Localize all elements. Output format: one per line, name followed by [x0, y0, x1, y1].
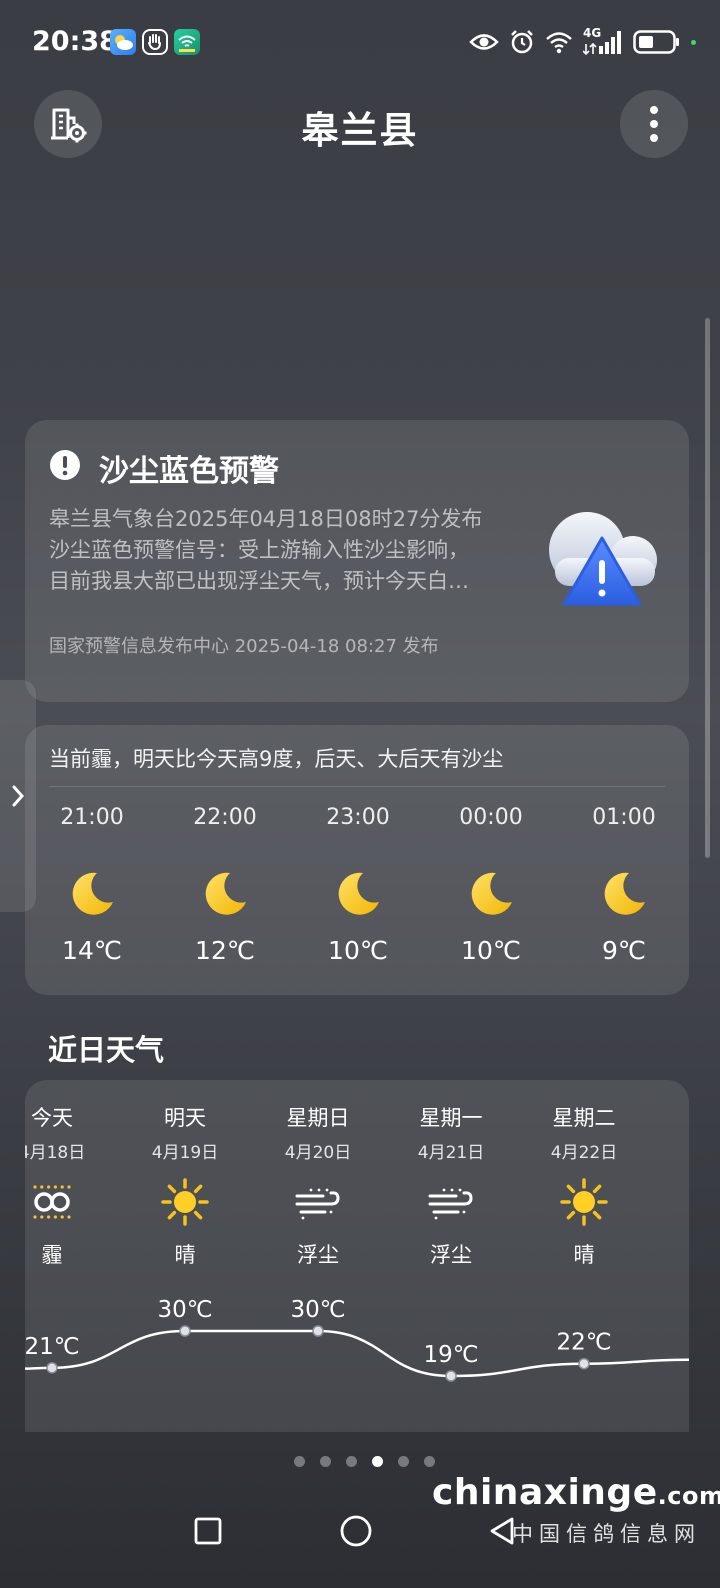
hourly-item: 01:00 9℃: [574, 805, 674, 965]
watermark-main: chinaxinge: [432, 1472, 658, 1513]
hour-temp: 12℃: [195, 936, 255, 965]
hour-time: 21:00: [60, 805, 124, 830]
city-title: 皋兰县: [301, 109, 419, 152]
warning-source: 国家预警信息发布中心 2025-04-18 08:27 发布: [49, 636, 439, 657]
status-time: 20:38: [32, 26, 118, 57]
moon-icon: [200, 868, 250, 918]
temperature-label: 21℃: [25, 1334, 80, 1360]
daily-forecast-card[interactable]: 今天 4月18日 霾明天 4月19日 晴星期日 4月20日 浮尘 星期一 4月21…: [25, 1080, 689, 1432]
page-dot[interactable]: [345, 1456, 357, 1467]
status-icons: 4G: [469, 26, 696, 58]
battery-icon: [633, 30, 679, 54]
temperature-point: [312, 1325, 324, 1337]
temperature-label: 22℃: [556, 1330, 611, 1356]
more-vertical-icon: [650, 106, 658, 142]
temperature-point: [179, 1325, 191, 1337]
watermark-suffix: .com: [657, 1482, 720, 1510]
temperature-point: [578, 1357, 590, 1370]
alarm-icon: [511, 30, 533, 54]
wifi-icon: [546, 32, 572, 54]
page-dot[interactable]: [293, 1456, 305, 1467]
hour-time: 22:00: [193, 805, 257, 830]
divider: [49, 786, 665, 787]
hour-temp: 9℃: [602, 936, 646, 965]
hourly-item: 23:00 10℃: [308, 805, 408, 965]
temperature-label: 30℃: [290, 1297, 345, 1323]
hand-icon: [142, 29, 168, 55]
temperature-point: [46, 1362, 58, 1374]
watermark-sub: 中国信鸽信息网: [512, 1522, 701, 1546]
forecast-summary: 当前霾，明天比今天高9度，后天、大后天有沙尘: [49, 747, 504, 771]
moon-icon: [599, 868, 649, 918]
page-dot[interactable]: [371, 1456, 383, 1467]
page-dot[interactable]: [423, 1456, 435, 1467]
hour-temp: 10℃: [328, 936, 388, 965]
privacy-dot: [691, 39, 696, 45]
hourly-item: 22:00 12℃: [175, 805, 275, 965]
eye-icon: [469, 34, 499, 50]
warning-line: 沙尘蓝色预警信号：受上游输入性沙尘影响，: [49, 538, 469, 562]
recent-apps-button[interactable]: [194, 1517, 222, 1545]
scrollbar[interactable]: [705, 318, 710, 858]
moon-icon: [333, 868, 383, 918]
warning-card[interactable]: 沙尘蓝色预警 皋兰县气象台2025年04月18日08时27分发布 沙尘蓝色预警信…: [25, 420, 689, 702]
temperature-point: [445, 1370, 457, 1382]
hour-time: 23:00: [326, 805, 390, 830]
hourly-item: 00:00 10℃: [441, 805, 541, 965]
section-title: 近日天气: [48, 1033, 165, 1067]
home-button[interactable]: [340, 1515, 372, 1547]
cloud-warning-icon: [549, 512, 657, 606]
page-dot[interactable]: [319, 1456, 331, 1467]
page-indicator[interactable]: [0, 1456, 720, 1467]
temperature-label: 19℃: [423, 1342, 478, 1368]
chevron-right-icon: [12, 785, 25, 807]
page-dot[interactable]: [397, 1456, 409, 1467]
hour-time: 00:00: [459, 805, 523, 830]
hourly-item: 21:00 14℃: [42, 805, 142, 965]
weather-app-icon: [110, 29, 136, 55]
warning-exclamation-icon: [50, 450, 80, 480]
hour-time: 01:00: [592, 805, 656, 830]
status-bar: 20:38 4G: [0, 0, 720, 86]
wifi-app-icon: [174, 29, 200, 55]
temperature-label: 30℃: [157, 1297, 212, 1323]
hour-temp: 10℃: [461, 936, 521, 965]
warning-line: 皋兰县气象台2025年04月18日08时27分发布: [49, 507, 483, 531]
hourly-forecast-card[interactable]: 当前霾，明天比今天高9度，后天、大后天有沙尘 21:00 14℃ 22:00 12…: [25, 725, 689, 995]
temperature-curve: 21℃ 30℃ 30℃ 19℃ 22℃: [25, 1297, 689, 1382]
warning-title: 沙尘蓝色预警: [99, 454, 279, 489]
warning-description: 皋兰县气象台2025年04月18日08时27分发布 沙尘蓝色预警信号：受上游输入…: [49, 504, 519, 597]
watermark: chinaxinge.com: [432, 1472, 720, 1513]
moon-icon: [67, 868, 117, 918]
moon-icon: [466, 868, 516, 918]
warning-line: 目前我县大部已出现浮尘天气，预计今天白…: [49, 569, 469, 593]
signal-icon: 4G: [583, 26, 623, 56]
hour-temp: 14℃: [62, 936, 122, 965]
more-options-button[interactable]: [620, 90, 688, 158]
